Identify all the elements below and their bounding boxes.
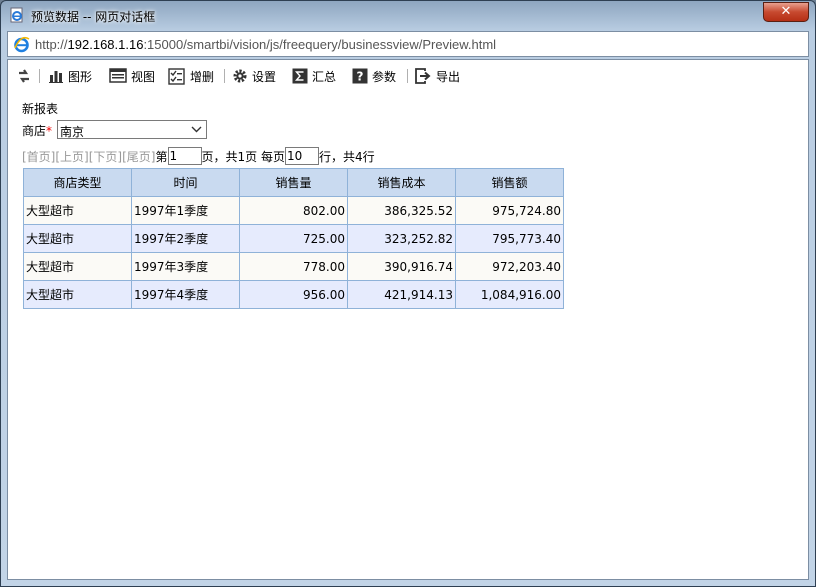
table-cell: 1997年2季度 xyxy=(131,224,240,253)
chart-button[interactable]: 图形 xyxy=(48,67,92,85)
table-cell: 大型超市 xyxy=(23,224,132,253)
export-button[interactable]: 导出 xyxy=(415,67,460,85)
column-header[interactable]: 销售成本 xyxy=(347,168,456,197)
window-title: 预览数据 -- 网页对话框 xyxy=(31,10,156,24)
column-header[interactable]: 时间 xyxy=(131,168,240,197)
gear-icon xyxy=(233,69,247,83)
table-row: 大型超市 1997年3季度 778.00 390,916.74 972,203.… xyxy=(23,252,564,281)
toolbar-divider xyxy=(224,69,225,83)
view-label: 视图 xyxy=(131,69,156,84)
url-text[interactable]: http://192.168.1.16:15000/smartbi/vision… xyxy=(35,37,496,52)
table-cell: 421,914.13 xyxy=(347,280,456,309)
table-cell: 795,773.40 xyxy=(455,224,564,253)
store-select[interactable]: 南京 xyxy=(57,120,207,139)
row-total-text: 行，共4行 xyxy=(318,149,375,164)
table-cell: 1997年1季度 xyxy=(131,196,240,225)
table-cell: 1,084,916.00 xyxy=(455,280,564,309)
table-cell: 975,724.80 xyxy=(455,196,564,225)
page-prefix: 第 xyxy=(155,149,168,164)
export-icon xyxy=(415,68,431,84)
refresh-icon xyxy=(19,69,29,83)
last-page-link[interactable]: [尾页] xyxy=(122,148,155,165)
checklist-icon xyxy=(168,67,185,85)
table-row: 大型超市 1997年4季度 956.00 421,914.13 1,084,91… xyxy=(23,280,564,309)
column-header[interactable]: 销售额 xyxy=(455,168,564,197)
close-button[interactable]: ✕ xyxy=(763,2,809,22)
table-cell: 大型超市 xyxy=(23,196,132,225)
ie-icon xyxy=(14,36,30,53)
refresh-button[interactable] xyxy=(16,67,36,85)
summary-label: 汇总 xyxy=(312,69,337,84)
table-cell: 778.00 xyxy=(239,252,348,281)
table-cell: 大型超市 xyxy=(23,280,132,309)
chart-label: 图形 xyxy=(68,69,93,84)
table-cell: 972,203.40 xyxy=(455,252,564,281)
svg-text:?: ? xyxy=(357,70,364,84)
toolbar-divider xyxy=(407,69,408,83)
settings-label: 设置 xyxy=(252,69,277,84)
next-page-link[interactable]: [下页] xyxy=(89,148,122,165)
toolbar: 图形 视图 增删 设置 汇总 ? 参数 导出 xyxy=(8,60,808,92)
address-bar[interactable]: http://192.168.1.16:15000/smartbi/vision… xyxy=(7,31,809,57)
add-delete-button[interactable]: 增删 xyxy=(168,67,214,85)
data-table: 商店类型 时间 销售量 销售成本 销售额 大型超市 1997年1季度 802.0… xyxy=(23,168,564,309)
sigma-icon xyxy=(292,68,308,84)
settings-button[interactable]: 设置 xyxy=(232,67,276,85)
pagination: [首页] [上页] [下页] [尾页] 第 页，共1页 每页 行，共4行 xyxy=(22,147,375,165)
table-cell: 大型超市 xyxy=(23,252,132,281)
table-row: 大型超市 1997年1季度 802.00 386,325.52 975,724.… xyxy=(23,196,564,225)
table-cell: 390,916.74 xyxy=(347,252,456,281)
table-cell: 956.00 xyxy=(239,280,348,309)
table-cell: 802.00 xyxy=(239,196,348,225)
view-button[interactable]: 视图 xyxy=(109,67,155,85)
close-icon: ✕ xyxy=(780,4,792,19)
table-cell: 1997年3季度 xyxy=(131,252,240,281)
chevron-down-icon xyxy=(191,126,202,133)
add-delete-label: 增删 xyxy=(190,69,215,84)
params-label: 参数 xyxy=(372,69,397,84)
store-select-value: 南京 xyxy=(60,125,85,139)
table-cell: 323,252.82 xyxy=(347,224,456,253)
page-icon xyxy=(10,7,23,23)
table-cell: 725.00 xyxy=(239,224,348,253)
page-size-input[interactable] xyxy=(284,147,319,165)
store-filter-label: 商店* xyxy=(22,124,53,138)
help-icon: ? xyxy=(352,68,368,84)
summary-button[interactable]: 汇总 xyxy=(292,67,336,85)
dialog-window: 预览数据 -- 网页对话框 ✕ http://192.168.1.16:1500… xyxy=(0,0,816,587)
report-title: 新报表 xyxy=(22,102,59,116)
prev-page-link[interactable]: [上页] xyxy=(55,148,88,165)
first-page-link[interactable]: [首页] xyxy=(22,148,55,165)
table-cell: 1997年4季度 xyxy=(131,280,240,309)
export-label: 导出 xyxy=(436,69,461,84)
page-content: 图形 视图 增删 设置 汇总 ? 参数 导出 新报表 商店* 南京 [首页] [… xyxy=(7,59,809,580)
table-row: 大型超市 1997年2季度 725.00 323,252.82 795,773.… xyxy=(23,224,564,253)
column-header[interactable]: 商店类型 xyxy=(23,168,132,197)
bar-chart-icon xyxy=(49,71,63,83)
table-header-row: 商店类型 时间 销售量 销售成本 销售额 xyxy=(23,168,564,197)
page-total-text: 页，共1页 每页 xyxy=(201,149,285,164)
column-header[interactable]: 销售量 xyxy=(239,168,348,197)
toolbar-divider xyxy=(39,69,40,83)
view-icon xyxy=(109,68,127,83)
params-button[interactable]: ? 参数 xyxy=(352,67,396,85)
required-mark: * xyxy=(46,124,53,138)
table-cell: 386,325.52 xyxy=(347,196,456,225)
page-number-input[interactable] xyxy=(167,147,202,165)
title-bar[interactable]: 预览数据 -- 网页对话框 ✕ xyxy=(1,1,815,31)
